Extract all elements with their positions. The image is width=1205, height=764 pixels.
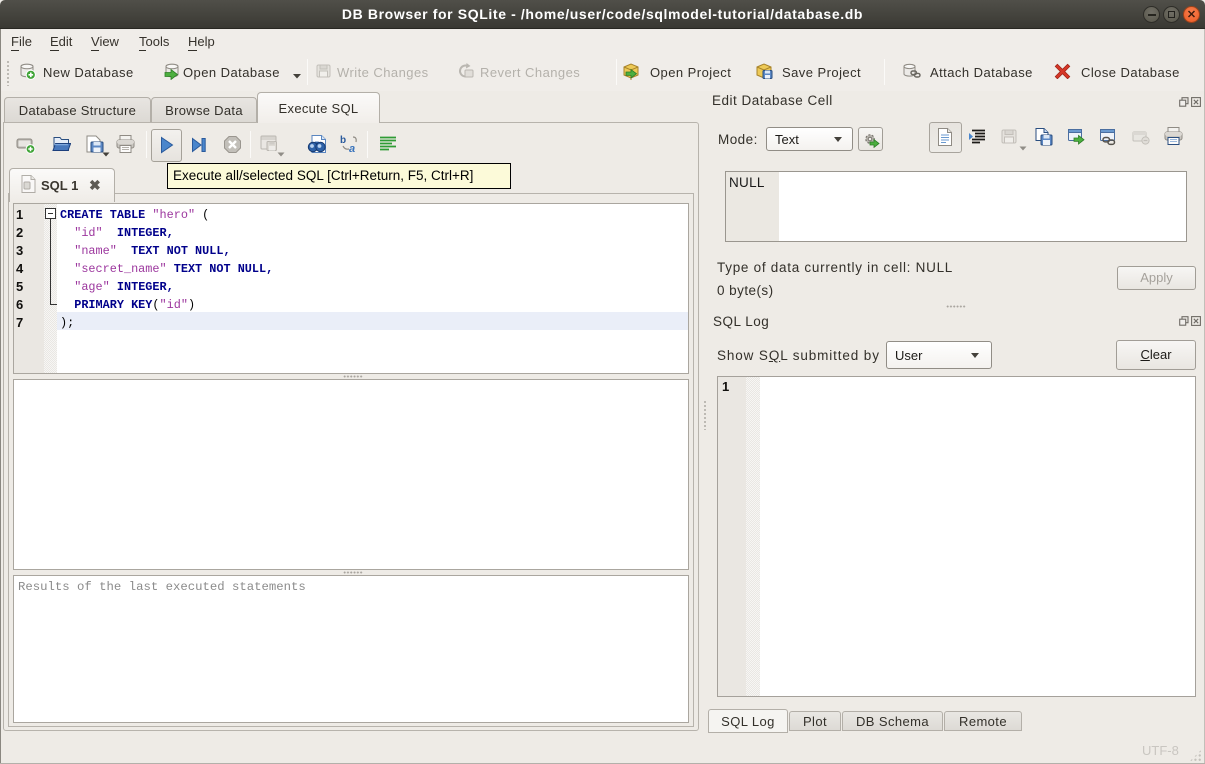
svg-text:a: a [349,143,355,154]
svg-text:b: b [340,135,346,146]
